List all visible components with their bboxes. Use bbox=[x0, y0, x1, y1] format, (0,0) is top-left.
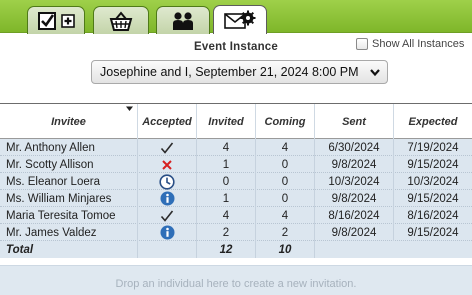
column-header-sent[interactable]: Sent bbox=[315, 104, 394, 139]
tab-tasks[interactable] bbox=[27, 6, 85, 34]
expected-cell: 8/16/2024 bbox=[407, 209, 459, 222]
clock-icon[interactable] bbox=[159, 173, 175, 190]
total-row: Total 12 10 bbox=[0, 241, 472, 258]
column-header-expected[interactable]: Expected bbox=[394, 104, 472, 139]
show-all-label: Show All Instances bbox=[372, 38, 465, 50]
expected-cell: 9/15/2024 bbox=[407, 158, 459, 171]
column-header-accepted[interactable]: Accepted bbox=[138, 104, 197, 139]
table-body: Mr. Anthony Allen 4 4 6/30/2024 7/19/2024 Mr.… bbox=[0, 139, 472, 258]
total-coming: 10 bbox=[256, 241, 315, 258]
show-all-checkbox[interactable] bbox=[356, 38, 368, 50]
event-instance-select[interactable]: Josephine and I, September 21, 2024 8:00… bbox=[91, 60, 388, 84]
accepted-status-cell bbox=[138, 190, 197, 207]
people-icon bbox=[171, 11, 195, 31]
name-cell: Maria Teresita Tomoe bbox=[0, 207, 138, 224]
sent-cell: 9/8/2024 bbox=[315, 224, 394, 241]
accepted-status-cell bbox=[138, 156, 197, 173]
coming-cell: 2 bbox=[256, 224, 315, 241]
invited-cell: 0 bbox=[197, 173, 256, 190]
name-cell: Ms. Eleanor Loera bbox=[0, 173, 138, 190]
check-icon[interactable] bbox=[160, 141, 174, 155]
name-cell: Mr. Anthony Allen bbox=[0, 139, 138, 156]
sent-cell: 9/8/2024 bbox=[315, 156, 394, 173]
accepted-status-cell bbox=[138, 224, 197, 241]
tab-shopping[interactable] bbox=[93, 6, 149, 34]
event-instance-value: Josephine and I, September 21, 2024 8:00… bbox=[100, 65, 359, 79]
coming-cell: 4 bbox=[256, 139, 315, 156]
coming-cell: 0 bbox=[256, 190, 315, 207]
show-all-instances-toggle[interactable]: Show All Instances bbox=[356, 38, 464, 50]
column-header-invited[interactable]: Invited bbox=[197, 104, 256, 139]
coming-cell: 0 bbox=[256, 156, 315, 173]
expected-cell: 9/15/2024 bbox=[407, 192, 459, 205]
info-icon[interactable] bbox=[160, 191, 175, 206]
tab-bar bbox=[0, 0, 472, 34]
sent-cell: 10/3/2024 bbox=[315, 173, 394, 190]
column-header-invitee[interactable]: Invitee bbox=[0, 104, 138, 139]
table-row[interactable]: Ms. William Minjares 1 0 9/8/2024 9/15/2024 bbox=[0, 190, 472, 207]
invited-cell: 4 bbox=[197, 207, 256, 224]
name-cell: Ms. William Minjares bbox=[0, 190, 138, 207]
invitations-table: Invitee Accepted Invited Coming Sent Exp… bbox=[0, 103, 472, 258]
tab-invitations[interactable] bbox=[213, 5, 267, 34]
plus-icon bbox=[61, 13, 75, 28]
table-row[interactable]: Mr. Anthony Allen 4 4 6/30/2024 7/19/2024 bbox=[0, 139, 472, 156]
checklist-icon bbox=[37, 11, 57, 31]
invited-cell: 4 bbox=[197, 139, 256, 156]
invited-cell: 2 bbox=[197, 224, 256, 241]
table-row[interactable]: Mr. James Valdez 2 2 9/8/2024 9/15/2024 bbox=[0, 224, 472, 241]
name-cell: Mr. James Valdez bbox=[0, 224, 138, 241]
expected-cell: 9/15/2024 bbox=[407, 226, 459, 239]
basket-icon bbox=[109, 10, 133, 31]
accepted-status-cell bbox=[138, 173, 197, 190]
total-invited: 12 bbox=[197, 241, 256, 258]
invited-cell: 1 bbox=[197, 190, 256, 207]
coming-cell: 0 bbox=[256, 173, 315, 190]
table-row[interactable]: Ms. Eleanor Loera 0 0 10/3/2024 10/3/2024 bbox=[0, 173, 472, 190]
accepted-status-cell bbox=[138, 207, 197, 224]
table-row[interactable]: Maria Teresita Tomoe 4 4 8/16/2024 8/16/2024 bbox=[0, 207, 472, 224]
accepted-status-cell bbox=[138, 139, 197, 156]
chevron-down-icon bbox=[369, 66, 381, 81]
expected-cell: 7/19/2024 bbox=[407, 141, 459, 154]
tab-people[interactable] bbox=[156, 6, 210, 34]
expected-cell: 10/3/2024 bbox=[407, 175, 459, 188]
table-header: Invitee Accepted Invited Coming Sent Exp… bbox=[0, 103, 472, 139]
total-label: Total bbox=[0, 241, 138, 258]
total-accepted-cell bbox=[138, 241, 197, 258]
envelope-gear-icon bbox=[223, 9, 257, 31]
check-icon[interactable] bbox=[160, 209, 174, 223]
info-icon[interactable] bbox=[160, 225, 175, 240]
sort-chevron-icon[interactable] bbox=[125, 104, 134, 116]
x-icon[interactable] bbox=[161, 159, 173, 171]
sent-cell: 8/16/2024 bbox=[315, 207, 394, 224]
sent-cell: 6/30/2024 bbox=[315, 139, 394, 156]
sent-cell: 9/8/2024 bbox=[315, 190, 394, 207]
coming-cell: 4 bbox=[256, 207, 315, 224]
table-row[interactable]: Mr. Scotty Allison 1 0 9/8/2024 9/15/2024 bbox=[0, 156, 472, 173]
column-header-coming[interactable]: Coming bbox=[256, 104, 315, 139]
name-cell: Mr. Scotty Allison bbox=[0, 156, 138, 173]
invited-cell: 1 bbox=[197, 156, 256, 173]
drop-zone-hint[interactable]: Drop an individual here to create a new … bbox=[0, 265, 472, 295]
